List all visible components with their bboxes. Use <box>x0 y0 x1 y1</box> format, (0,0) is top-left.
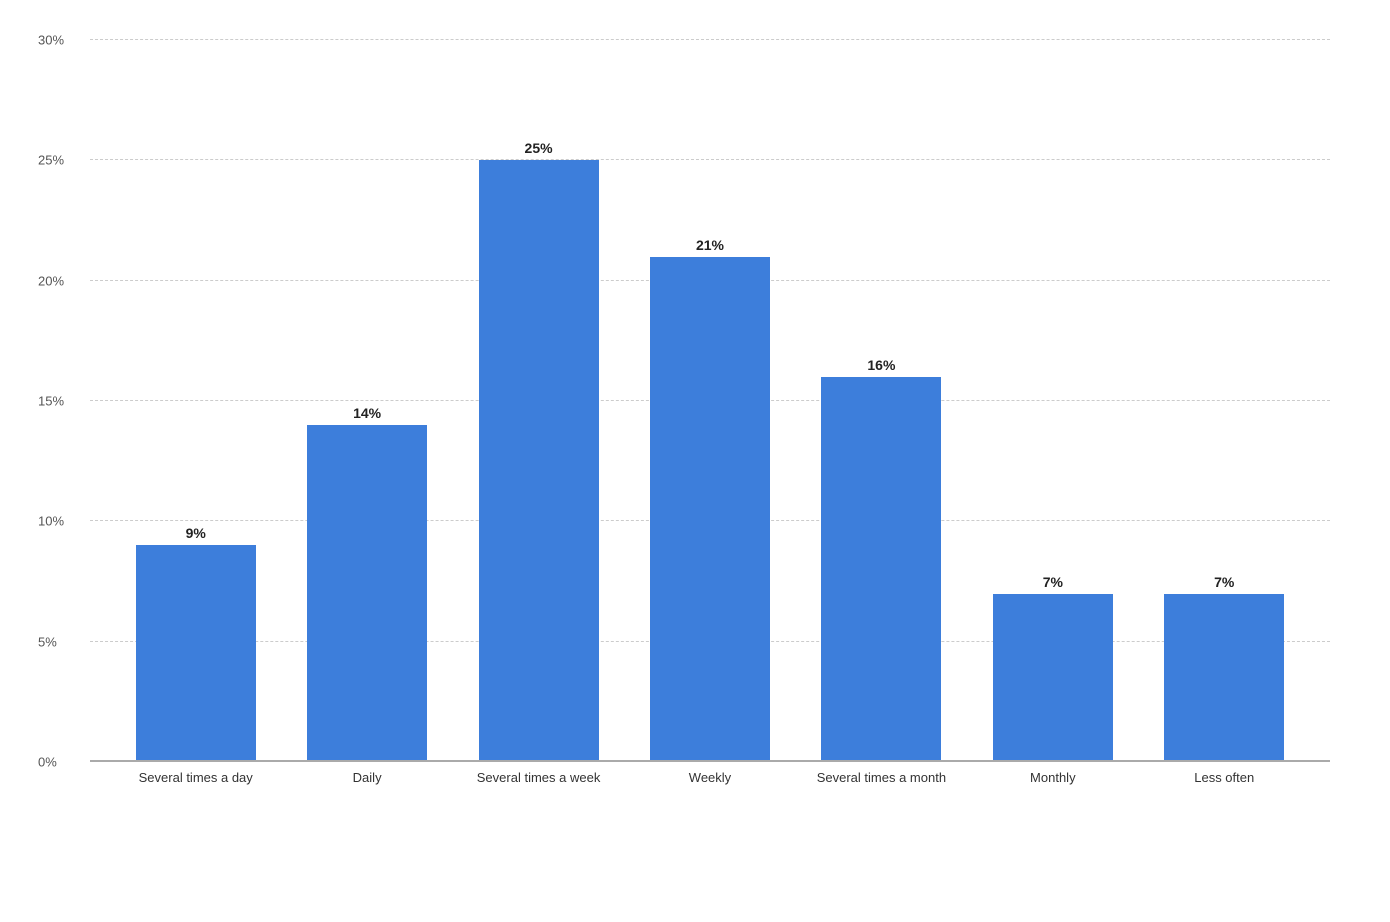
bar-value-label: 7% <box>1214 574 1234 590</box>
bar <box>993 594 1113 762</box>
bar-group: 25% <box>453 40 624 762</box>
chart-area: 30%25%20%15%10%5%0% 9%14%25%21%16%7%7% S… <box>90 40 1330 822</box>
bar-group: 7% <box>967 40 1138 762</box>
y-tick-label: 5% <box>38 634 57 649</box>
bar <box>650 257 770 762</box>
x-tick-label: Several times a month <box>796 770 967 787</box>
y-tick-label: 25% <box>38 153 64 168</box>
bar-group: 21% <box>624 40 795 762</box>
y-tick-label: 15% <box>38 394 64 409</box>
bar-group: 16% <box>796 40 967 762</box>
y-tick-label: 30% <box>38 33 64 48</box>
y-tick-label: 0% <box>38 755 57 770</box>
x-tick-label: Monthly <box>967 770 1138 787</box>
plot-area: 30%25%20%15%10%5%0% 9%14%25%21%16%7%7% <box>90 40 1330 762</box>
bar <box>307 425 427 762</box>
bar-group: 9% <box>110 40 281 762</box>
bar-group: 14% <box>281 40 452 762</box>
x-labels: Several times a dayDailySeveral times a … <box>90 762 1330 822</box>
y-tick-label: 10% <box>38 514 64 529</box>
bar <box>1164 594 1284 762</box>
x-tick-label: Several times a day <box>110 770 281 787</box>
bar <box>821 377 941 762</box>
x-tick-label: Less often <box>1139 770 1310 787</box>
x-tick-label: Weekly <box>624 770 795 787</box>
bar <box>136 545 256 762</box>
bar-group: 7% <box>1139 40 1310 762</box>
bar-value-label: 16% <box>867 357 895 373</box>
x-tick-label: Daily <box>281 770 452 787</box>
bar-value-label: 21% <box>696 237 724 253</box>
bar <box>479 160 599 762</box>
bar-value-label: 14% <box>353 405 381 421</box>
bar-value-label: 9% <box>186 525 206 541</box>
chart-container: 30% 25% 20% 15% 10% 5% 0% 9% 14% 25% 21% 16% 7% 7% S… <box>0 0 1390 922</box>
bar-value-label: 25% <box>525 140 553 156</box>
bars-row: 9% 14% 25% 21% 16% 7% 7% <box>90 40 1330 762</box>
bar-value-label: 7% <box>1043 574 1063 590</box>
x-tick-label: Several times a week <box>453 770 624 787</box>
y-tick-label: 20% <box>38 273 64 288</box>
